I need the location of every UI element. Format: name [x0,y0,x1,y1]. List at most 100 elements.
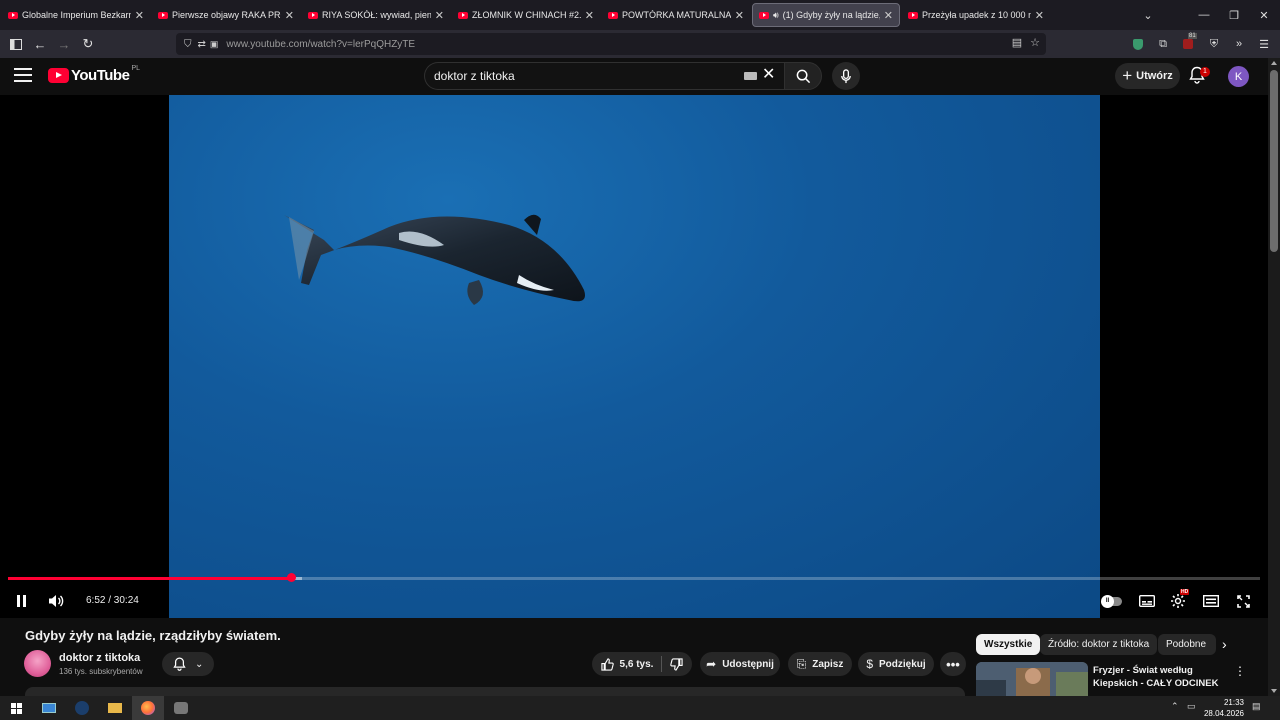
app-icon[interactable] [165,696,197,720]
tab-title: Przeżyła upadek z 10 000 metrów [922,10,1031,20]
close-tab-icon[interactable]: ✕ [1035,9,1044,22]
pause-button[interactable] [10,589,32,613]
microphone-icon [841,68,851,83]
close-tab-icon[interactable]: ✕ [735,9,744,22]
computer-icon[interactable] [33,696,65,720]
chevron-down-icon: ⌄ [194,658,204,670]
browser-tab[interactable]: ZŁOMNIK W CHINACH #2. LUKS ✕ [452,3,600,27]
chip-all[interactable]: Wszystkie [976,634,1041,655]
close-tab-icon[interactable]: ✕ [285,9,294,22]
scrollbar-thumb[interactable] [1270,70,1278,252]
channel-avatar[interactable] [24,650,51,677]
sidebar-toggle-icon[interactable] [4,32,28,56]
reader-view-icon[interactable]: ▤ [1012,36,1022,49]
browser-tab[interactable]: RIYA SOKÓŁ: wywiad, pieniądze ✕ [302,3,450,27]
app-menu-icon[interactable]: ☰ [1254,34,1274,54]
tab-title: ZŁOMNIK W CHINACH #2. LUKS [472,10,581,20]
youtube-favicon-icon [759,11,769,19]
chip-from-channel[interactable]: Źródło: doktor z tiktoka [1040,634,1158,655]
url-text[interactable]: www.youtube.com/watch?v=lerPqQHZyTE [226,39,415,50]
network-icon[interactable]: ▭ [1187,701,1196,712]
browser-tab[interactable]: 🔊︎(1) Gdyby żyły na lądzie, rządziły ✕ [752,3,900,27]
miniplayer-button[interactable] [1200,589,1222,613]
camera-off-icon[interactable]: ▣ [210,39,219,50]
scroll-down-icon[interactable] [1271,689,1277,693]
windows-start-icon[interactable] [0,696,32,720]
search-button[interactable] [784,62,822,90]
address-bar[interactable]: ⛉ ⇄ ▣ www.youtube.com/watch?v=lerPqQHZyT… [176,33,1046,55]
subtitles-button[interactable] [1136,589,1158,613]
page-scrollbar[interactable] [1268,58,1280,696]
video-frame[interactable] [169,95,1100,618]
restore-icon[interactable]: ❐ [1218,0,1250,30]
notification-center-icon[interactable]: ▤ [1252,701,1261,712]
extension-ublock-icon[interactable]: 81 [1178,33,1198,54]
more-vertical-icon[interactable]: ⋮ [1234,664,1246,678]
chip-related[interactable]: Podobne [1158,634,1216,655]
firefox-icon[interactable] [132,696,164,720]
subscription-bell-button[interactable]: ⌄ [162,652,214,676]
create-button[interactable]: + Utwórz [1115,63,1180,89]
keyboard-icon[interactable] [744,72,757,80]
tab-audio-icon[interactable]: 🔊︎ [773,10,779,21]
extension-guard-icon[interactable]: ⛨ [1204,34,1224,54]
guide-menu-icon[interactable] [14,68,32,82]
close-tab-icon[interactable]: ✕ [435,9,444,22]
scroll-up-icon[interactable] [1271,61,1277,65]
save-button[interactable]: ⎘ Zapisz [788,652,852,676]
recommended-video-thumbnail[interactable] [976,662,1088,696]
settings-button[interactable]: HD [1167,589,1190,613]
autoplay-toggle[interactable]: II [1100,589,1124,613]
account-avatar[interactable]: K [1228,66,1249,87]
seek-handle[interactable] [286,573,296,582]
browser-tab[interactable]: Pierwsze objawy RAKA PROSTATY ✕ [152,3,300,27]
seek-bar[interactable] [8,573,1260,582]
fullscreen-button[interactable] [1232,589,1254,613]
logo-wordmark: YouTube [71,67,130,84]
player-controls: 6:52 / 30:24 II HD [0,587,1268,615]
search-input[interactable]: doktor z tiktoka [424,62,784,90]
back-icon[interactable]: ← [28,32,52,56]
youtube-favicon-icon [458,11,468,19]
extension-shield-icon[interactable] [1128,34,1148,54]
overflow-menu-icon[interactable]: » [1229,34,1249,54]
youtube-logo[interactable]: YouTube PL [48,65,140,84]
share-button[interactable]: ➦ Udostępnij [700,652,780,676]
more-actions-button[interactable]: ••• [940,652,966,676]
browser-tab[interactable]: Globalne Imperium Bezkarności ✕ [2,3,150,27]
minimize-icon[interactable]: — [1188,0,1220,30]
clear-search-icon[interactable]: ✕ [762,67,775,83]
save-label: Zapisz [812,658,844,670]
bookmark-star-icon[interactable]: ☆ [1030,36,1040,49]
shield-icon[interactable]: ⛉ [184,39,192,50]
dislike-button[interactable] [670,657,684,671]
close-window-icon[interactable]: ✕ [1248,0,1280,30]
close-tab-icon[interactable]: ✕ [135,9,144,22]
tray-chevron-up-icon[interactable]: ⌃ [1171,701,1179,712]
browser-tab[interactable]: Przeżyła upadek z 10 000 metrów ✕ [902,3,1050,27]
steam-icon[interactable] [66,696,98,720]
close-tab-icon[interactable]: ✕ [884,9,893,22]
youtube-favicon-icon [608,11,618,19]
like-dislike-group: 5,6 tys. [592,652,692,676]
extensions-puzzle-icon[interactable]: ⧉ [1153,34,1173,54]
bookmark-icon: ⎘ [796,656,807,671]
browser-tab[interactable]: POWTÓRKA MATURALNA Z POL ✕ [602,3,750,27]
subtitles-icon [1139,595,1155,607]
tab-list-dropdown-icon[interactable]: ⌄ [1132,0,1164,30]
permissions-icon[interactable]: ⇄ [198,39,206,50]
like-button[interactable]: 5,6 tys. [600,657,653,671]
file-explorer-icon[interactable] [99,696,131,720]
super-thanks-icon: $ [866,657,873,671]
thanks-button[interactable]: $ Podziękuj [858,652,934,676]
video-player[interactable]: 6:52 / 30:24 II HD [0,95,1268,618]
taskbar-clock[interactable]: 21:33 28.04.2026 [1200,697,1244,719]
forward-icon[interactable]: → [52,32,76,56]
description-box[interactable] [25,687,965,696]
reload-icon[interactable]: ↻ [76,32,100,56]
channel-name[interactable]: doktor z tiktoka [59,652,140,664]
chevron-right-icon[interactable]: › [1222,636,1227,652]
mute-button[interactable] [44,589,68,613]
close-tab-icon[interactable]: ✕ [585,9,594,22]
voice-search-button[interactable] [832,62,860,90]
